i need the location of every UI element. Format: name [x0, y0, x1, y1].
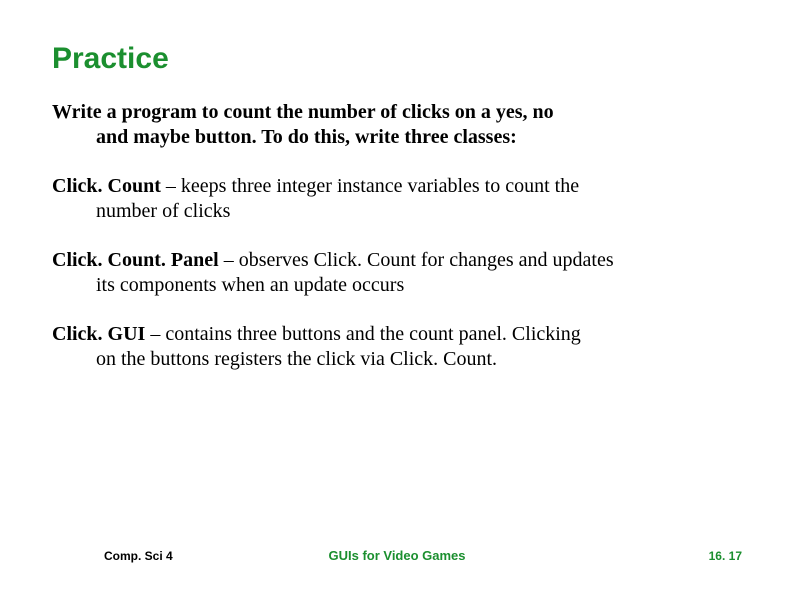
p3-rest2: on the buttons registers the click via C… — [52, 347, 742, 372]
paragraph-clickcountpanel: Click. Count. Panel – observes Click. Co… — [52, 248, 742, 298]
intro-line2: and maybe button. To do this, write thre… — [52, 125, 742, 150]
p2-bold: Click. Count. Panel — [52, 249, 224, 271]
p3-rest1: – contains three buttons and the count p… — [150, 323, 580, 345]
p1-bold: Click. Count — [52, 175, 166, 197]
intro-paragraph: Write a program to count the number of c… — [52, 100, 742, 150]
intro-line1: Write a program to count the number of c… — [52, 101, 554, 123]
p2-rest2: its components when an update occurs — [52, 273, 742, 298]
footer-course: Comp. Sci 4 — [104, 549, 173, 563]
footer-page-number: 16. 17 — [709, 549, 742, 563]
slide-container: Practice Write a program to count the nu… — [0, 0, 794, 595]
p1-rest1: – keeps three integer instance variables… — [166, 175, 579, 197]
p3-bold: Click. GUI — [52, 323, 150, 345]
paragraph-clickcount: Click. Count – keeps three integer insta… — [52, 174, 742, 224]
paragraph-clickgui: Click. GUI – contains three buttons and … — [52, 322, 742, 372]
footer-topic: GUIs for Video Games — [328, 548, 465, 563]
p1-rest2: number of clicks — [52, 199, 742, 224]
slide-title: Practice — [52, 42, 742, 76]
p2-rest1: – observes Click. Count for changes and … — [224, 249, 614, 271]
